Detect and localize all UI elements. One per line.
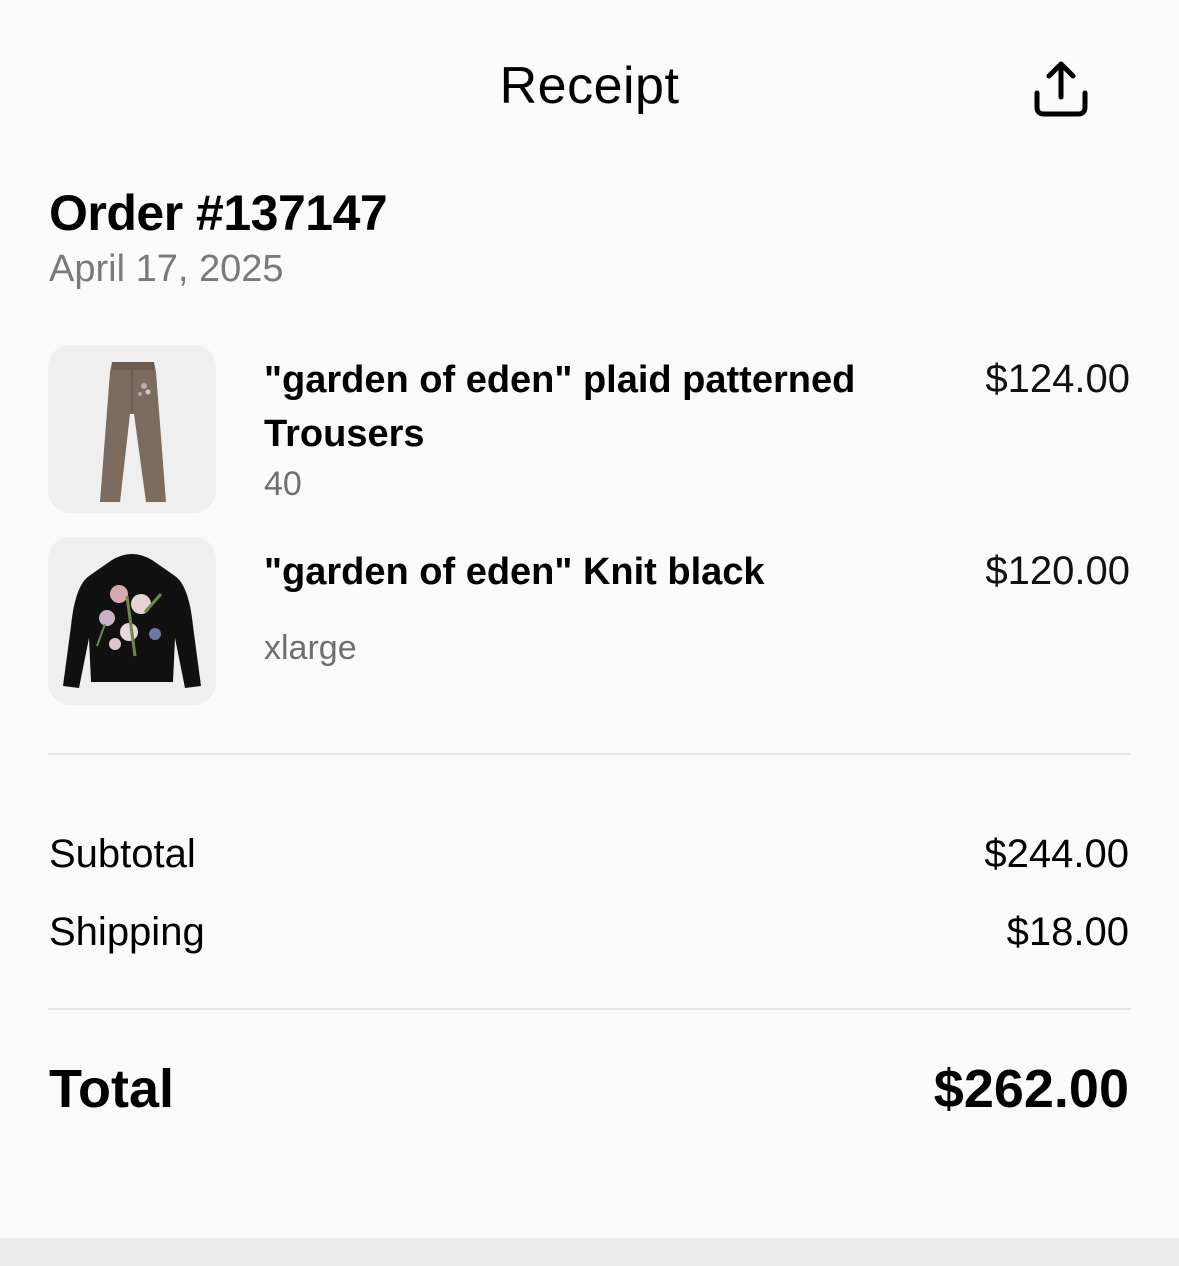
page-title: Receipt (499, 57, 680, 115)
item-price: $120.00 (985, 549, 1130, 593)
list-item[interactable]: "garden of eden" Knit black xlarge $120.… (48, 537, 1130, 705)
subtotal-value: $244.00 (984, 832, 1129, 876)
shipping-value: $18.00 (1006, 910, 1129, 954)
list-item[interactable]: "garden of eden" plaid patterned Trouser… (48, 345, 1130, 513)
trousers-image (100, 362, 166, 502)
share-button[interactable] (1030, 58, 1092, 120)
item-name: "garden of eden" Knit black (264, 551, 765, 593)
item-price: $124.00 (985, 357, 1130, 401)
divider (48, 1008, 1131, 1010)
share-icon (1034, 61, 1088, 117)
item-variant: xlarge (264, 629, 357, 667)
product-thumbnail (48, 345, 216, 513)
subtotal-label: Subtotal (49, 832, 196, 876)
item-variant: 40 (264, 465, 302, 503)
product-thumbnail (48, 537, 216, 705)
receipt-screen: Receipt Order #137147 April 17, 2025 "ga… (0, 0, 1179, 1266)
order-date: April 17, 2025 (49, 248, 284, 290)
shipping-label: Shipping (49, 910, 205, 954)
total-value: $262.00 (933, 1059, 1129, 1119)
total-label: Total (49, 1059, 174, 1119)
order-number: Order #137147 (49, 185, 388, 241)
divider (48, 753, 1131, 755)
item-name: "garden of eden" plaid patterned Trouser… (264, 359, 856, 455)
hoodie-image (63, 554, 201, 688)
bottom-bar (0, 1238, 1179, 1266)
